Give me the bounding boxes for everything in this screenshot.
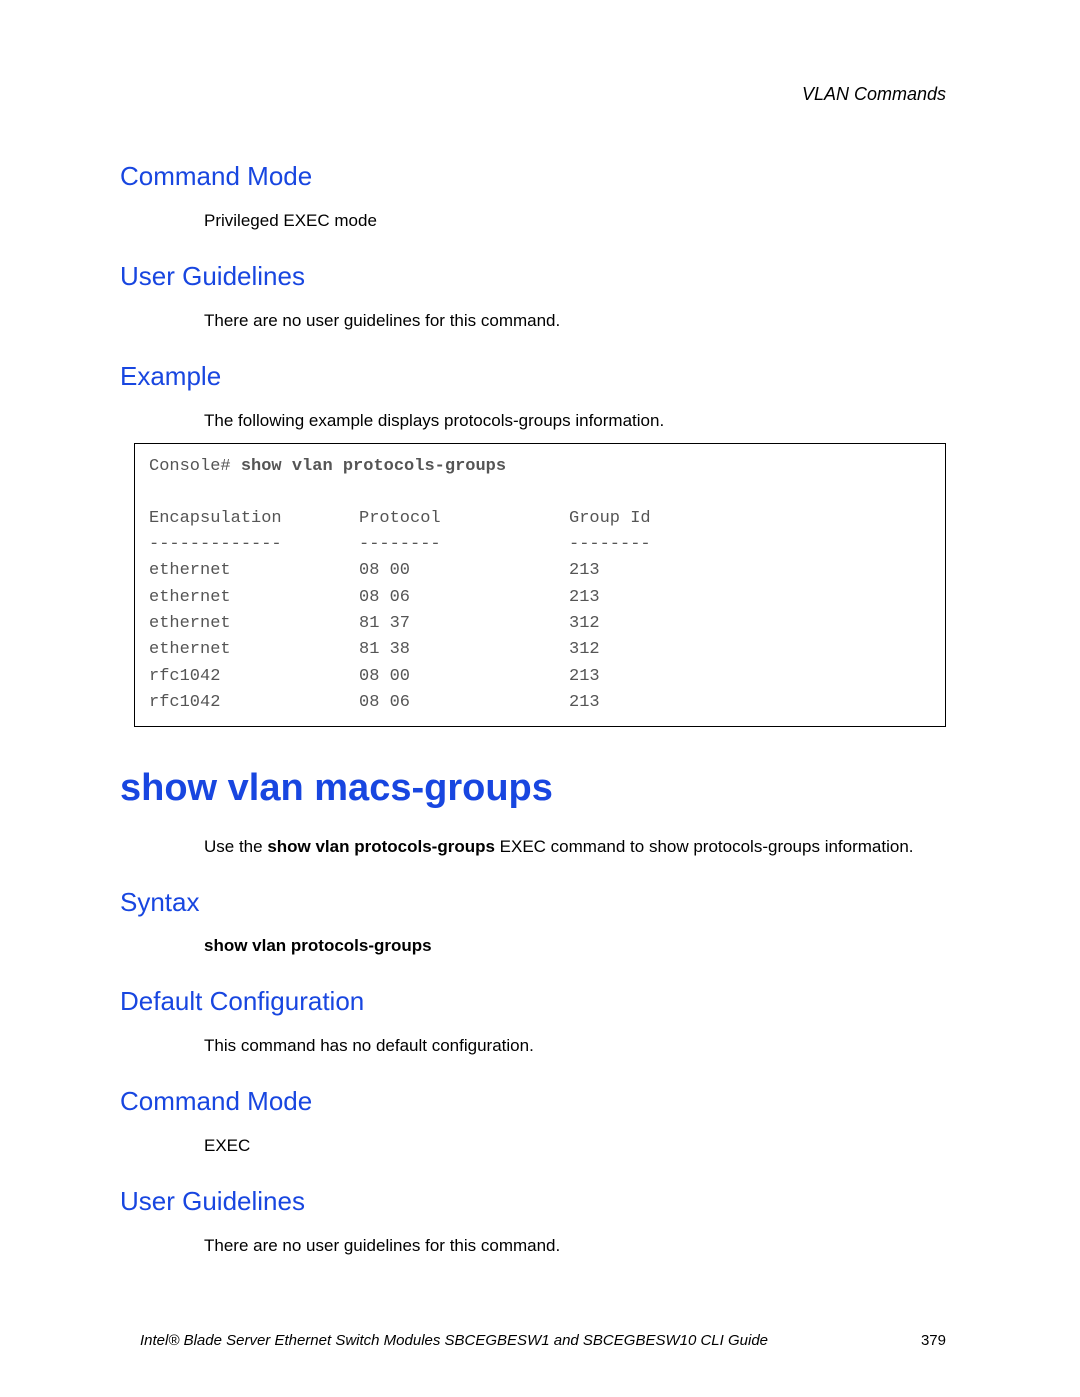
code-col-header: Group Id — [569, 506, 931, 532]
code-cell: 213 — [569, 558, 931, 584]
heading-syntax: Syntax — [120, 887, 960, 918]
text-default-config: This command has no default configuratio… — [120, 1035, 960, 1058]
code-data-row: ethernet 81 37 312 — [149, 611, 931, 637]
text-user-guidelines-1: There are no user guidelines for this co… — [120, 310, 960, 333]
code-cell: 08 00 — [359, 558, 569, 584]
heading-command-title: show vlan macs-groups — [120, 767, 960, 810]
text-command-mode-2: EXEC — [120, 1135, 960, 1158]
code-data-row: ethernet 81 38 312 — [149, 637, 931, 663]
text-user-guidelines-2: There are no user guidelines for this co… — [120, 1235, 960, 1258]
text-command-description: Use the show vlan protocols-groups EXEC … — [120, 836, 960, 859]
code-cell: 213 — [569, 585, 931, 611]
code-data-row: rfc1042 08 06 213 — [149, 690, 931, 716]
code-cell: 08 00 — [359, 664, 569, 690]
code-cell: rfc1042 — [149, 664, 359, 690]
code-cell: rfc1042 — [149, 690, 359, 716]
code-prompt: Console# — [149, 457, 241, 476]
heading-user-guidelines-2: User Guidelines — [120, 1186, 960, 1217]
page-footer: Intel® Blade Server Ethernet Switch Modu… — [120, 1332, 960, 1349]
code-data-row: ethernet 08 06 213 — [149, 585, 931, 611]
code-header-row: Encapsulation Protocol Group Id — [149, 506, 931, 532]
desc-pre: Use the — [204, 837, 267, 856]
code-data-row: ethernet 08 00 213 — [149, 558, 931, 584]
footer-page-number: 379 — [886, 1332, 960, 1349]
code-dash: -------- — [359, 532, 569, 558]
code-cell: 08 06 — [359, 690, 569, 716]
code-cell: 312 — [569, 611, 931, 637]
code-cell: 81 37 — [359, 611, 569, 637]
code-col-header: Encapsulation — [149, 506, 359, 532]
code-cell: 213 — [569, 664, 931, 690]
chapter-header: VLAN Commands — [120, 84, 960, 105]
code-block-example: Console# show vlan protocols-groups Enca… — [134, 443, 946, 728]
code-cell: 312 — [569, 637, 931, 663]
heading-default-config: Default Configuration — [120, 986, 960, 1017]
code-data-row: rfc1042 08 00 213 — [149, 664, 931, 690]
heading-command-mode-2: Command Mode — [120, 1086, 960, 1117]
code-cell: 81 38 — [359, 637, 569, 663]
text-example-intro: The following example displays protocols… — [120, 410, 960, 433]
desc-post: EXEC command to show protocols-groups in… — [495, 837, 914, 856]
code-cell: ethernet — [149, 585, 359, 611]
code-cell: 213 — [569, 690, 931, 716]
desc-bold: show vlan protocols-groups — [267, 837, 495, 856]
code-dash: ------------- — [149, 532, 359, 558]
code-cell: ethernet — [149, 611, 359, 637]
heading-user-guidelines-1: User Guidelines — [120, 261, 960, 292]
code-dash: -------- — [569, 532, 931, 558]
text-command-mode-1: Privileged EXEC mode — [120, 210, 960, 233]
heading-command-mode-1: Command Mode — [120, 161, 960, 192]
code-command: show vlan protocols-groups — [241, 457, 506, 476]
heading-example: Example — [120, 361, 960, 392]
text-syntax-line: show vlan protocols-groups — [120, 936, 960, 956]
code-cell: ethernet — [149, 558, 359, 584]
code-cell: ethernet — [149, 637, 359, 663]
code-dash-row: ------------- -------- -------- — [149, 532, 931, 558]
code-cell: 08 06 — [359, 585, 569, 611]
code-col-header: Protocol — [359, 506, 569, 532]
footer-title: Intel® Blade Server Ethernet Switch Modu… — [120, 1332, 886, 1349]
